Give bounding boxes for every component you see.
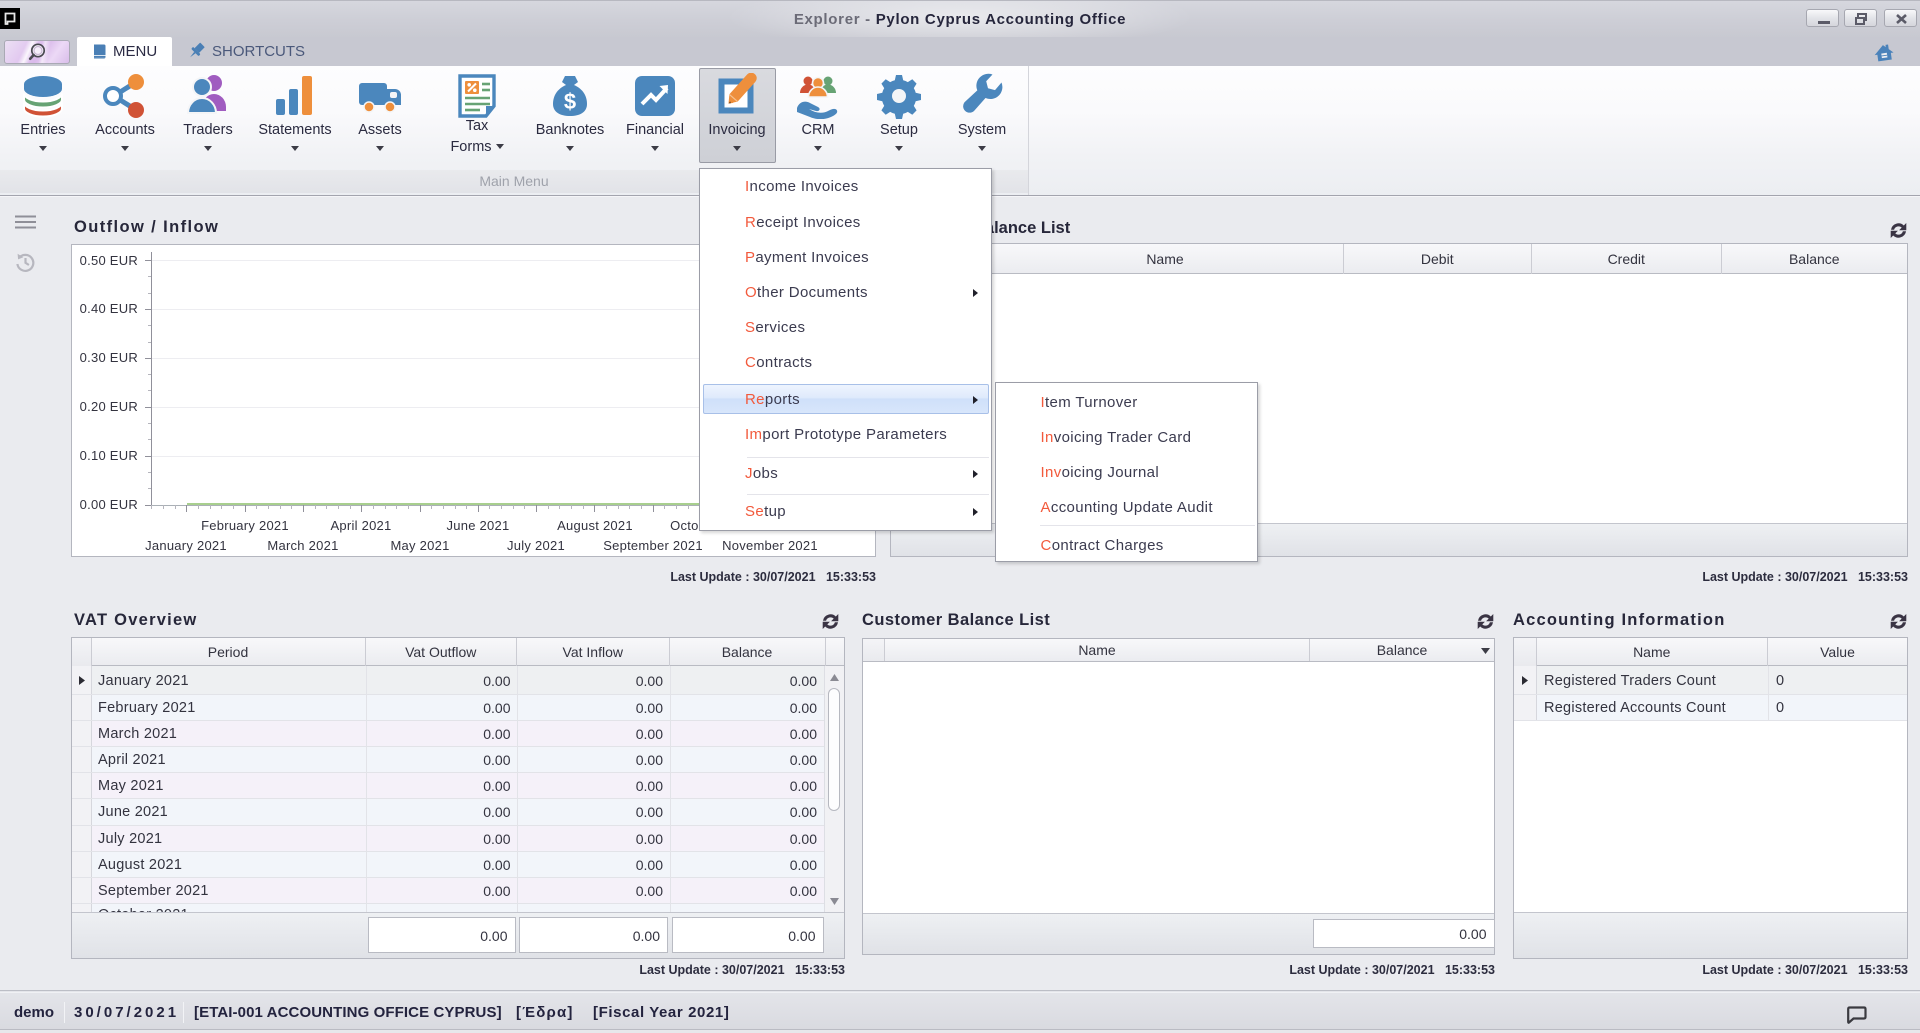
svg-text:$: $ bbox=[564, 89, 576, 114]
